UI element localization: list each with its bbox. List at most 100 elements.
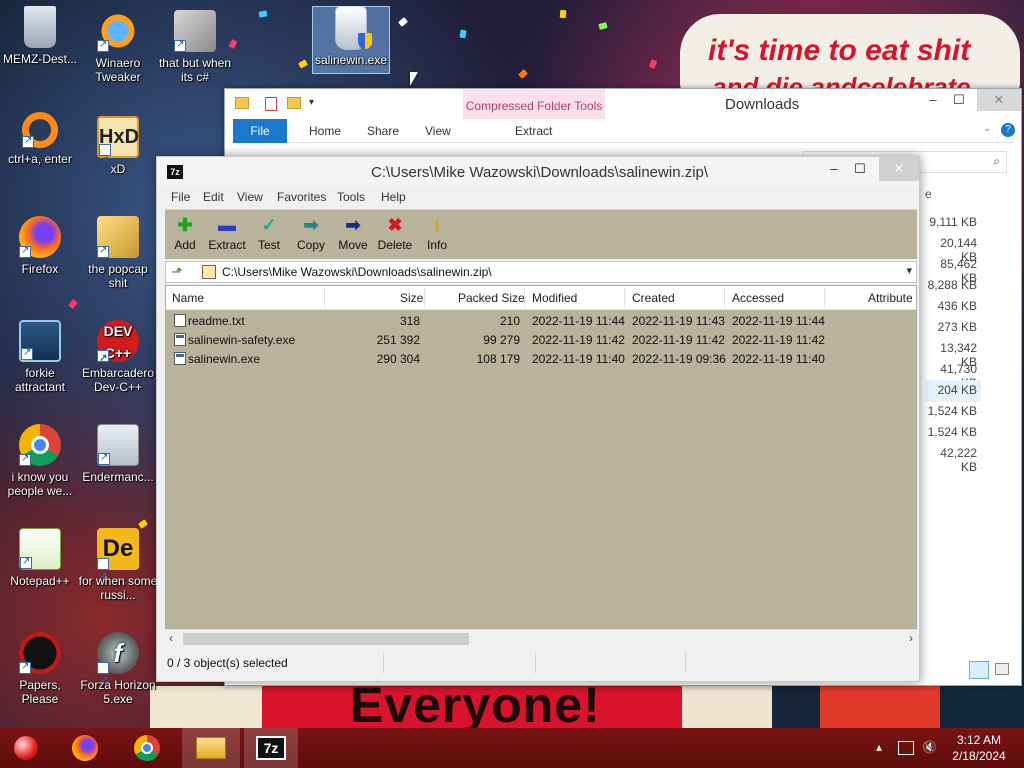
desktop-icon-memz[interactable]: MEMZ-Dest... bbox=[0, 6, 80, 66]
explorer-ribbon: File Home Share View Extract ⌄ ? bbox=[231, 119, 1015, 143]
column-header-accessed[interactable]: Accessed bbox=[732, 291, 784, 305]
horizontal-scrollbar[interactable]: ‹ › bbox=[165, 629, 917, 647]
table-row[interactable]: readme.txt 318 210 2022-11-19 11:44 2022… bbox=[166, 311, 916, 330]
desktop-icon-forkie[interactable]: forkie attractant bbox=[0, 320, 80, 394]
scroll-left-icon[interactable]: ‹ bbox=[169, 631, 173, 645]
desktop-icon-salinewin[interactable]: salinewin.exe bbox=[312, 6, 390, 74]
address-bar[interactable]: ⬏ C:\Users\Mike Wazowski\Downloads\salin… bbox=[165, 261, 917, 283]
column-header-created[interactable]: Created bbox=[632, 291, 675, 305]
7zip-titlebar[interactable]: 7z C:\Users\Mike Wazowski\Downloads\sali… bbox=[157, 157, 919, 187]
table-row[interactable]: salinewin.exe 290 304 108 179 2022-11-19… bbox=[166, 349, 916, 368]
column-header-attributes[interactable]: Attribute bbox=[868, 291, 913, 305]
desktop-icon-label: for when some russi... bbox=[78, 574, 158, 602]
shortcut-arrow-icon bbox=[97, 244, 109, 258]
copy-button[interactable]: ➡ Copy bbox=[289, 212, 333, 252]
up-folder-icon[interactable]: ⬏ bbox=[168, 264, 186, 280]
desktop-icon-forza[interactable]: f Forza Horizon 5.exe bbox=[78, 632, 158, 706]
ribbon-expand-icon[interactable]: ⌄ bbox=[983, 123, 991, 134]
status-divider bbox=[535, 653, 536, 673]
desktop-icon-popcap[interactable]: the popcap shit bbox=[78, 216, 158, 290]
file-accessed: 2022-11-19 11:42 bbox=[732, 333, 825, 347]
explorer-titlebar[interactable]: ▾ Compressed Folder Tools Downloads ‒ ☐ … bbox=[225, 89, 1021, 119]
new-folder-icon[interactable] bbox=[287, 97, 301, 109]
add-button[interactable]: ✚ Add bbox=[163, 212, 207, 252]
ribbon-tab-file[interactable]: File bbox=[233, 119, 287, 143]
address-text[interactable]: C:\Users\Mike Wazowski\Downloads\salinew… bbox=[222, 265, 492, 279]
taskbar-firefox[interactable] bbox=[58, 728, 114, 768]
list-header: Name Size Packed Size Modified Created A… bbox=[166, 286, 916, 310]
scroll-right-icon[interactable]: › bbox=[909, 631, 913, 645]
desktop-icon-that-but-when[interactable]: that but when its c# bbox=[155, 10, 235, 84]
move-button[interactable]: ➡ Move bbox=[331, 212, 375, 252]
column-header-size[interactable]: e bbox=[925, 187, 932, 201]
scrollbar-thumb[interactable] bbox=[183, 633, 469, 645]
copy-icon: ➡ bbox=[303, 215, 319, 235]
help-icon[interactable]: ? bbox=[1001, 123, 1015, 137]
desktop-icon-endermanch[interactable]: Endermanc... bbox=[78, 424, 158, 484]
volume-muted-icon[interactable]: 🔇 bbox=[922, 740, 937, 754]
menu-file[interactable]: File bbox=[171, 190, 190, 204]
file-size: 251 392 bbox=[376, 333, 420, 347]
confetti bbox=[459, 29, 467, 39]
column-header-packed-size[interactable]: Packed Size bbox=[458, 291, 525, 305]
explorer-maximize-button[interactable]: ☐ bbox=[943, 89, 975, 111]
ribbon-tab-view[interactable]: View bbox=[425, 119, 451, 143]
column-separator[interactable] bbox=[724, 288, 725, 308]
column-separator[interactable] bbox=[324, 288, 325, 308]
ribbon-tab-share[interactable]: Share bbox=[367, 119, 399, 143]
compressed-folder-tools-tab[interactable]: Compressed Folder Tools bbox=[463, 89, 605, 119]
file-list[interactable]: Name Size Packed Size Modified Created A… bbox=[165, 285, 917, 647]
menu-help[interactable]: Help bbox=[381, 190, 406, 204]
column-separator[interactable] bbox=[824, 288, 825, 308]
menu-view[interactable]: View bbox=[237, 190, 263, 204]
clock-time[interactable]: 3:12 AM bbox=[948, 733, 1010, 747]
maximize-button[interactable]: ☐ bbox=[843, 157, 877, 181]
table-row[interactable]: salinewin-safety.exe 251 392 99 279 2022… bbox=[166, 330, 916, 349]
7zip-window[interactable]: 7z C:\Users\Mike Wazowski\Downloads\sali… bbox=[156, 156, 920, 682]
column-header-modified[interactable]: Modified bbox=[532, 291, 577, 305]
ribbon-tab-extract[interactable]: Extract bbox=[515, 119, 552, 143]
clock-date[interactable]: 2/18/2024 bbox=[948, 749, 1010, 763]
ribbon-tab-home[interactable]: Home bbox=[309, 119, 341, 143]
address-dropdown-icon[interactable]: ▾ bbox=[906, 264, 912, 277]
column-separator[interactable] bbox=[624, 288, 625, 308]
extract-button[interactable]: ▬ Extract bbox=[205, 212, 249, 252]
network-icon[interactable] bbox=[898, 741, 914, 755]
desktop-icon-papers-please[interactable]: Papers, Please bbox=[0, 632, 80, 706]
close-button[interactable]: ✕ bbox=[879, 157, 919, 181]
column-header-name[interactable]: Name bbox=[172, 291, 204, 305]
folder-icon bbox=[235, 97, 249, 109]
desktop-icon-xd[interactable]: HxD xD bbox=[78, 116, 158, 180]
taskbar-file-explorer[interactable] bbox=[182, 728, 240, 768]
menu-favorites[interactable]: Favorites bbox=[277, 190, 326, 204]
start-button[interactable] bbox=[4, 728, 44, 768]
desktop-icon-firefox[interactable]: Firefox bbox=[0, 216, 80, 276]
file-modified: 2022-11-19 11:40 bbox=[532, 352, 625, 366]
taskbar-chrome[interactable] bbox=[120, 728, 176, 768]
properties-icon[interactable] bbox=[265, 97, 277, 111]
menu-edit[interactable]: Edit bbox=[203, 190, 224, 204]
desktop-icon-chrome[interactable]: i know you people we... bbox=[0, 424, 80, 498]
details-view-icon[interactable] bbox=[969, 661, 989, 679]
column-separator[interactable] bbox=[424, 288, 425, 308]
column-header-size[interactable]: Size bbox=[400, 291, 423, 305]
desktop-icon-dev-cpp[interactable]: DEVC++ Embarcadero Dev-C++ bbox=[78, 320, 158, 394]
quick-access-dropdown-icon[interactable]: ▾ bbox=[309, 97, 314, 108]
desktop-icon-notepad-plus-plus[interactable]: Notepad++ bbox=[0, 528, 80, 588]
delete-button[interactable]: ✖ Delete bbox=[373, 212, 417, 252]
desktop-icon-ctrl-a-enter[interactable]: ctrl+a, enter bbox=[0, 112, 80, 166]
desktop-icon-label: xD bbox=[110, 162, 126, 176]
taskbar-7zip[interactable]: 7z bbox=[244, 728, 298, 768]
menu-tools[interactable]: Tools bbox=[337, 190, 365, 204]
test-button[interactable]: ✓ Test bbox=[247, 212, 291, 252]
desktop-icon-label: ctrl+a, enter bbox=[8, 152, 72, 166]
large-icons-view-icon[interactable] bbox=[995, 663, 1009, 675]
info-button[interactable]: i Info bbox=[415, 212, 459, 252]
explorer-close-button[interactable]: ✕ bbox=[977, 89, 1021, 111]
tray-overflow-icon[interactable]: ▴ bbox=[876, 740, 882, 754]
desktop-icon-russi[interactable]: De for when some russi... bbox=[78, 528, 158, 602]
move-icon: ➡ bbox=[345, 215, 361, 235]
desktop-icon-winaero[interactable]: Winaero Tweaker bbox=[78, 10, 158, 84]
explorer-title: Downloads bbox=[725, 96, 800, 113]
column-separator[interactable] bbox=[524, 288, 525, 308]
